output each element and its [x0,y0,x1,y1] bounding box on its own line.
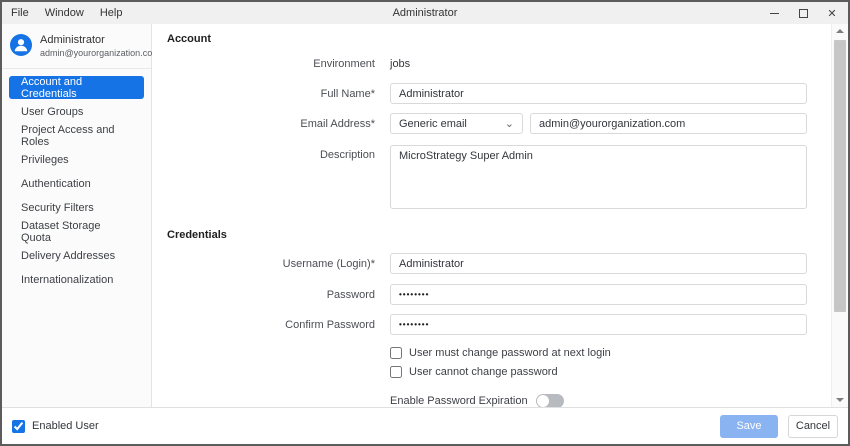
footer-actions: Save Cancel [720,415,838,438]
password-expiration-row: Enable Password Expiration [390,394,831,407]
sidebar-item-privileges[interactable]: Privileges [9,148,144,171]
username-input[interactable] [390,253,807,274]
scroll-down-arrow-icon[interactable] [832,393,848,407]
username-label: Username (Login)* [167,258,375,270]
enabled-user-label: Enabled User [32,420,99,432]
sidebar-item-user-groups[interactable]: User Groups [9,100,144,123]
must-change-password-checkbox[interactable] [390,347,402,359]
username-row: Username (Login)* [167,253,831,274]
user-avatar-icon [10,34,32,56]
email-type-selected: Generic email [399,118,467,130]
description-label: Description [167,145,375,161]
user-info: Administrator admin@yourorganization.com [2,24,151,69]
email-label: Email Address* [167,118,375,130]
save-button[interactable]: Save [720,415,778,438]
password-expiration-label: Enable Password Expiration [390,395,528,407]
password-row: Password [167,284,831,305]
cannot-change-password-row: User cannot change password [390,366,831,378]
full-name-input[interactable] [390,83,807,104]
administrator-window: File Window Help Administrator ✕ Adm [0,0,850,446]
cannot-change-password-label: User cannot change password [409,366,558,378]
vertical-scrollbar [831,24,848,407]
sidebar-item-security-filters[interactable]: Security Filters [9,196,144,219]
email-row: Email Address* Generic email ⌄ [167,113,831,134]
sidebar-item-dataset-storage-quota[interactable]: Dataset Storage Quota [9,220,144,243]
sidebar-item-authentication[interactable]: Authentication [9,172,144,195]
confirm-password-input[interactable] [390,314,807,335]
scrollbar-thumb[interactable] [834,40,846,312]
sidebar: Administrator admin@yourorganization.com… [2,24,152,407]
must-change-password-row: User must change password at next login [390,347,831,359]
menubar: File Window Help [11,7,122,19]
description-textarea[interactable]: MicroStrategy Super Admin [390,145,807,209]
close-icon[interactable]: ✕ [825,6,839,20]
sidebar-nav: Account and Credentials User Groups Proj… [2,69,151,299]
window-title: Administrator [2,7,848,19]
menu-help[interactable]: Help [100,7,123,19]
password-label: Password [167,289,375,301]
environment-row: Environment jobs [167,57,831,71]
credentials-section-title: Credentials [167,229,831,241]
form-content: Account Environment jobs Full Name* Emai… [152,24,831,407]
user-text: Administrator admin@yourorganization.com [40,34,143,59]
confirm-password-row: Confirm Password [167,314,831,335]
sidebar-item-delivery-addresses[interactable]: Delivery Addresses [9,244,144,267]
restore-icon[interactable] [796,6,810,20]
password-input[interactable] [390,284,807,305]
account-section-title: Account [167,33,831,45]
cancel-button[interactable]: Cancel [788,415,838,438]
user-email: admin@yourorganization.com [40,47,143,59]
full-name-row: Full Name* [167,83,831,104]
app-body: Administrator admin@yourorganization.com… [2,24,848,407]
full-name-label: Full Name* [167,88,375,100]
cannot-change-password-checkbox[interactable] [390,366,402,378]
must-change-password-label: User must change password at next login [409,347,611,359]
sidebar-item-internationalization[interactable]: Internationalization [9,268,144,291]
sidebar-item-project-access-and-roles[interactable]: Project Access and Roles [9,124,144,147]
email-type-select[interactable]: Generic email ⌄ [390,113,523,134]
user-name: Administrator [40,34,143,47]
confirm-password-label: Confirm Password [167,319,375,331]
menu-file[interactable]: File [11,7,29,19]
password-expiration-toggle[interactable] [536,394,564,407]
email-input[interactable] [530,113,807,134]
window-controls: ✕ [767,6,839,20]
environment-value: jobs [390,58,410,70]
sidebar-item-account-and-credentials[interactable]: Account and Credentials [9,76,144,99]
chevron-down-icon: ⌄ [505,119,514,129]
environment-label: Environment [167,58,375,70]
enabled-user-row: Enabled User [12,420,99,433]
titlebar: File Window Help Administrator ✕ [2,2,848,24]
minimize-icon[interactable] [767,6,781,20]
scroll-up-arrow-icon[interactable] [832,24,848,38]
menu-window[interactable]: Window [45,7,84,19]
enabled-user-checkbox[interactable] [12,420,25,433]
main-panel: Account Environment jobs Full Name* Emai… [152,24,848,407]
description-row: Description MicroStrategy Super Admin [167,145,831,209]
footer: Enabled User Save Cancel [2,407,848,444]
